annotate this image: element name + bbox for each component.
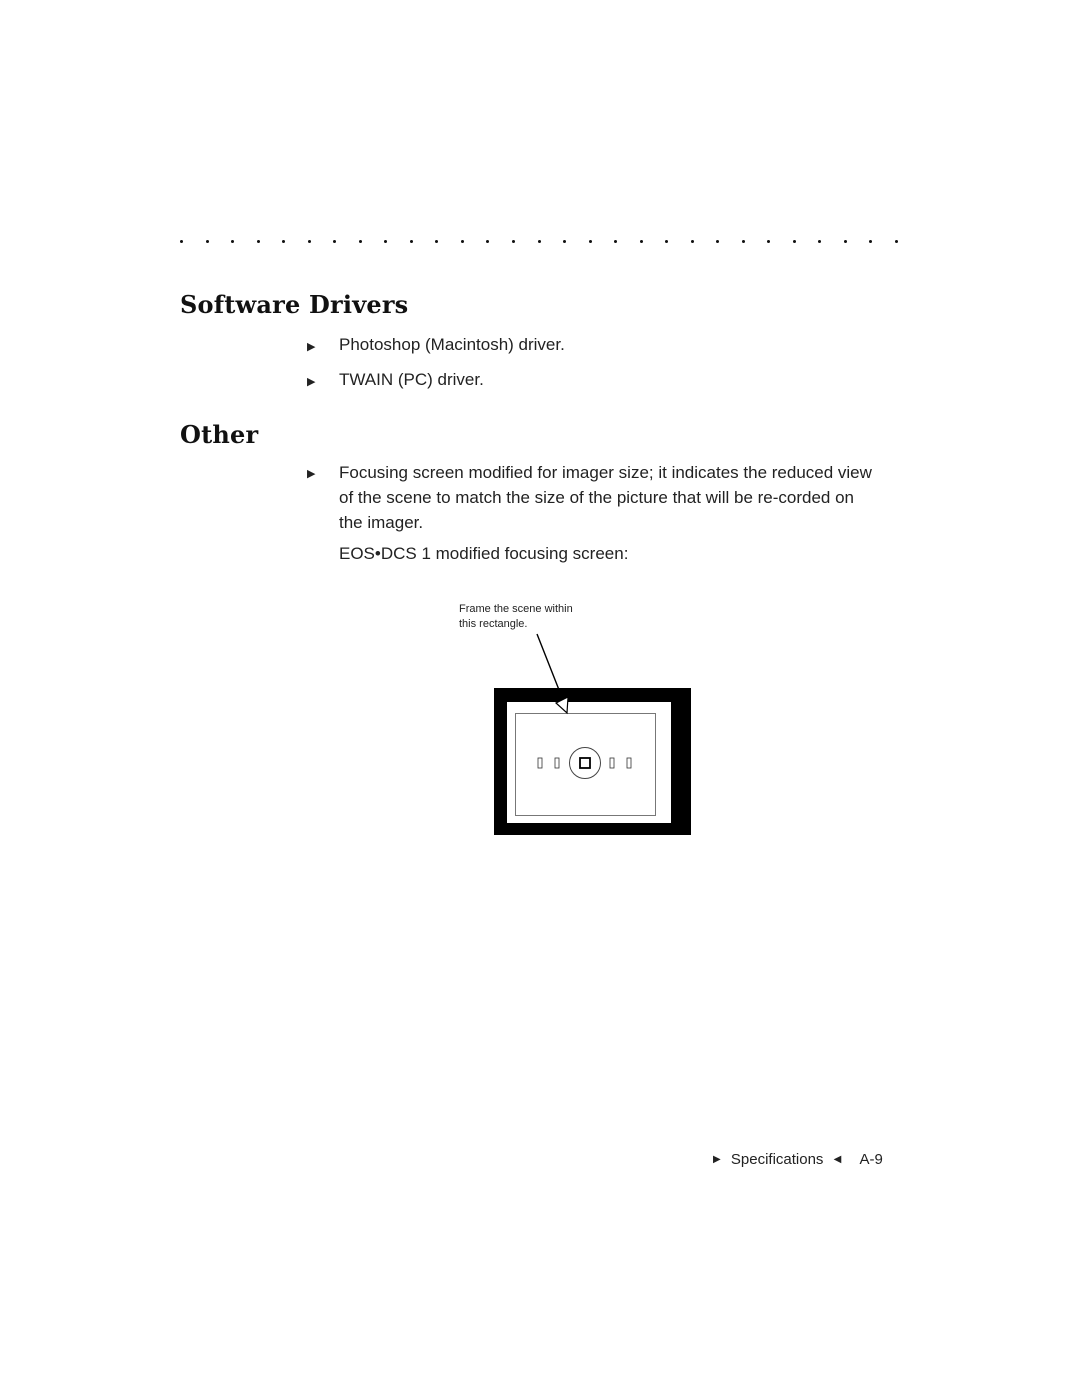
list-item: Focusing screen modified for imager size… [339, 463, 872, 532]
rule-dot [256, 240, 260, 243]
bullet-icon: ▶ [307, 376, 316, 388]
heading-software-drivers: Software Drivers [180, 290, 409, 319]
rule-dot [895, 240, 898, 243]
rule-dot [180, 240, 183, 243]
dotted-rule [180, 235, 900, 251]
rule-dot [588, 240, 592, 243]
arrow-left-icon: ◀ [833, 1154, 842, 1165]
rule-dot [435, 240, 439, 243]
page-number: A-9 [859, 1151, 883, 1168]
rule-dot [869, 240, 873, 243]
rule-dot [741, 240, 745, 243]
list-item: TWAIN (PC) driver. [339, 370, 484, 389]
rule-dot [511, 240, 515, 243]
viewfinder-inner-area [507, 702, 671, 823]
rule-dot [282, 240, 286, 243]
rule-dot [767, 240, 771, 243]
list-item: Photoshop (Macintosh) driver. [339, 335, 565, 354]
rule-dot [843, 240, 847, 243]
rule-dot [537, 240, 541, 243]
rule-dot [384, 240, 388, 243]
rule-dot [818, 240, 822, 243]
rule-dot [205, 240, 209, 243]
rule-dot [563, 240, 567, 243]
rule-dot [665, 240, 669, 243]
rule-dot [409, 240, 413, 243]
rule-dot [690, 240, 694, 243]
rule-dot [792, 240, 796, 243]
bullet-icon: ▶ [307, 341, 316, 353]
figure-intro: EOS•DCS 1 modified focusing screen: [339, 544, 629, 563]
heading-other: Other [180, 420, 259, 449]
focusing-screen-figure [494, 633, 691, 835]
rule-dot [333, 240, 337, 243]
rule-dot [307, 240, 311, 243]
rule-dot [460, 240, 464, 243]
rule-dot [231, 240, 235, 243]
bullet-icon: ▶ [307, 468, 316, 480]
arrow-right-icon: ▶ [713, 1154, 721, 1165]
rule-dot [486, 240, 490, 243]
rule-dot [358, 240, 362, 243]
footer-section-label: Specifications [730, 1151, 824, 1168]
rule-dot [716, 240, 720, 243]
rule-dot [614, 240, 618, 243]
rule-dot [639, 240, 643, 243]
